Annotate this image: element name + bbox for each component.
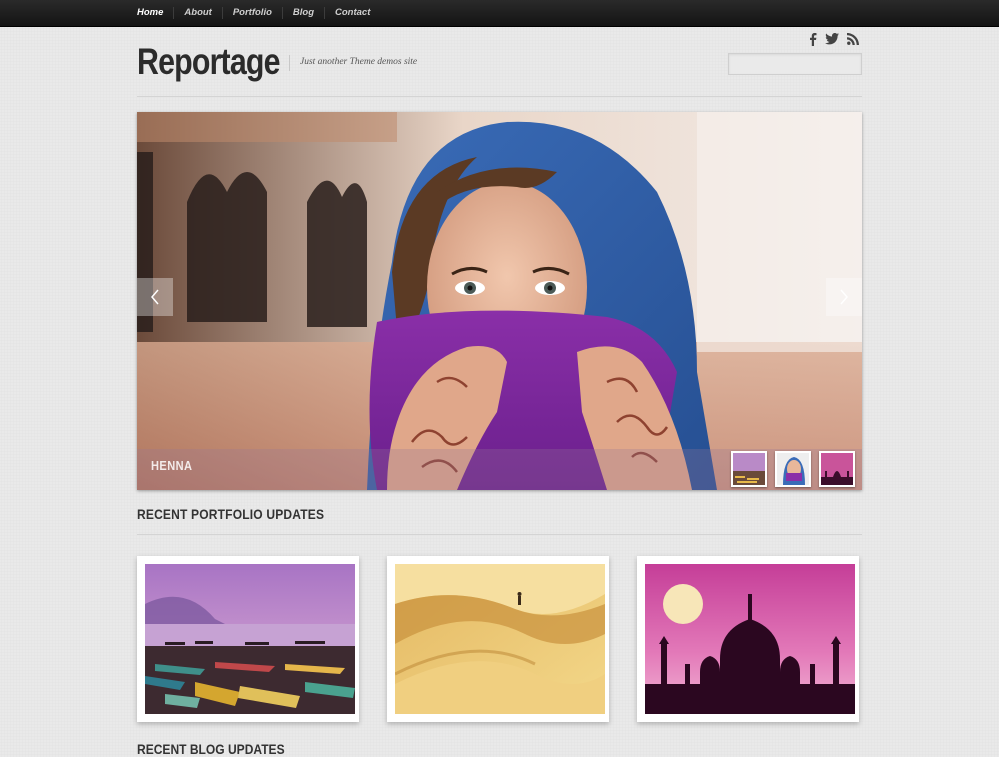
nav-item-home[interactable]: Home — [137, 7, 173, 19]
portfolio-item-boats[interactable] — [137, 556, 359, 722]
portfolio-section-title: RECENT PORTFOLIO UPDATES — [137, 506, 325, 522]
header-divider — [137, 96, 862, 97]
search-input[interactable] — [728, 53, 862, 75]
nav-item-portfolio[interactable]: Portfolio — [221, 7, 282, 19]
twitter-icon[interactable] — [824, 31, 840, 47]
blog-section-title: RECENT BLOG UPDATES — [137, 741, 285, 757]
slider-prev-button[interactable] — [137, 278, 173, 316]
slider-thumbnail-boats[interactable] — [731, 451, 767, 487]
portfolio-divider — [137, 534, 862, 535]
featured-slider: HENNA — [137, 112, 862, 490]
portfolio-item-taj-mahal[interactable] — [637, 556, 859, 722]
desert-dunes-image — [395, 564, 605, 714]
nav-item-blog[interactable]: Blog — [281, 7, 324, 19]
nav-item-contact[interactable]: Contact — [324, 7, 380, 19]
slide-caption-title: HENNA — [151, 458, 193, 473]
main-nav: Home About Portfolio Blog Contact — [137, 0, 380, 26]
top-navigation-bar: Home About Portfolio Blog Contact — [0, 0, 999, 27]
portfolio-item-desert[interactable] — [387, 556, 609, 722]
facebook-icon[interactable] — [805, 31, 821, 47]
chevron-left-icon — [151, 289, 159, 305]
slider-thumbnail-taj-mahal[interactable] — [819, 451, 855, 487]
slider-next-button[interactable] — [826, 278, 862, 316]
henna-thumbnail — [777, 453, 809, 485]
chevron-right-icon — [840, 289, 848, 305]
boats-thumbnail — [733, 453, 765, 485]
site-title[interactable]: Reportage — [137, 40, 280, 84]
slider-thumbnail-henna[interactable] — [775, 451, 811, 487]
nav-item-about[interactable]: About — [173, 7, 221, 19]
site-tagline: Just another Theme demos site — [300, 57, 418, 67]
boats-on-lake-image — [145, 564, 355, 714]
taj-mahal-thumbnail — [821, 453, 853, 485]
rss-icon[interactable] — [845, 31, 861, 47]
tagline-divider — [289, 55, 290, 71]
henna-slide-photo — [137, 112, 862, 490]
taj-mahal-silhouette-image — [645, 564, 855, 714]
